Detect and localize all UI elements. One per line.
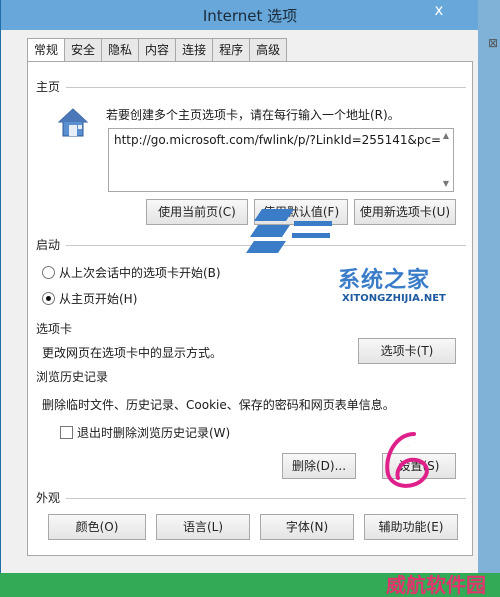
radio-dot: [42, 266, 55, 279]
background-right: ⊠: [478, 0, 500, 597]
radio-last-session-label: 从上次会话中的选项卡开始(B): [59, 266, 221, 280]
tab-connections[interactable]: 连接: [175, 38, 214, 62]
home-hint-text: 若要创建多个主页选项卡，请在每行输入一个地址(R)。: [106, 108, 400, 122]
divider: [66, 498, 466, 499]
footer-brand: 威航软件园: [386, 573, 486, 597]
tab-strip: 常规 安全 隐私 内容 连接 程序 高级: [27, 38, 288, 63]
history-section-label: 浏览历史记录: [36, 370, 109, 384]
tab-privacy[interactable]: 隐私: [101, 38, 140, 62]
title-bar: Internet 选项 x: [1, 0, 499, 30]
delete-on-exit-label: 退出时删除浏览历史记录(W): [77, 426, 231, 440]
watermark-logo-icon: [246, 209, 332, 253]
colors-button[interactable]: 颜色(O): [48, 514, 146, 540]
annotation-circle-icon: 6: [385, 432, 429, 488]
checkbox-box: [60, 426, 73, 439]
startup-section-label: 启动: [36, 238, 61, 252]
tab-security[interactable]: 安全: [64, 38, 103, 62]
tab-general[interactable]: 常规: [27, 38, 66, 63]
radio-home[interactable]: 从主页开始(H): [42, 290, 137, 307]
use-current-button[interactable]: 使用当前页(C): [146, 199, 248, 225]
window-title: Internet 选项: [202, 7, 298, 25]
scroll-up-arrow-icon[interactable]: ▲: [441, 131, 451, 141]
tab-programs[interactable]: 程序: [212, 38, 251, 62]
home-url-textarea[interactable]: http://go.microsoft.com/fwlink/p/?LinkId…: [108, 128, 454, 192]
tabs-settings-button[interactable]: 选项卡(T): [358, 338, 456, 364]
home-icon: [57, 108, 89, 137]
history-description: 删除临时文件、历史记录、Cookie、保存的密码和网页表单信息。: [42, 398, 395, 412]
delete-history-button[interactable]: 删除(D)...: [282, 453, 356, 479]
watermark-site-url: XITONGZHIJIA.NET: [342, 293, 446, 304]
language-button[interactable]: 语言(L): [156, 514, 250, 540]
footer-bar: 威航软件园: [0, 573, 500, 597]
home-url-value: http://go.microsoft.com/fwlink/p/?LinkId…: [114, 133, 442, 147]
watermark-site-name: 系统之家: [338, 268, 431, 293]
accessibility-button[interactable]: 辅助功能(E): [364, 514, 458, 540]
scroll-down-arrow-icon[interactable]: ▼: [441, 179, 451, 189]
divider: [66, 87, 466, 88]
tabs-description: 更改网页在选项卡中的显示方式。: [42, 346, 223, 360]
radio-last-session[interactable]: 从上次会话中的选项卡开始(B): [42, 264, 221, 281]
radio-dot-selected: [42, 292, 55, 305]
toolbar-fragment-icon: ⊠: [487, 36, 498, 50]
close-button[interactable]: x: [429, 0, 449, 22]
home-section-label: 主页: [36, 80, 61, 94]
fonts-button[interactable]: 字体(N): [260, 514, 354, 540]
appearance-section-label: 外观: [36, 491, 61, 505]
tab-advanced[interactable]: 高级: [249, 38, 288, 62]
tab-content[interactable]: 内容: [138, 38, 177, 62]
annotation-mark: 6: [408, 445, 409, 447]
delete-on-exit-checkbox[interactable]: 退出时删除浏览历史记录(W): [60, 424, 230, 441]
tabs-section-label: 选项卡: [36, 322, 73, 336]
radio-home-label: 从主页开始(H): [59, 292, 138, 306]
